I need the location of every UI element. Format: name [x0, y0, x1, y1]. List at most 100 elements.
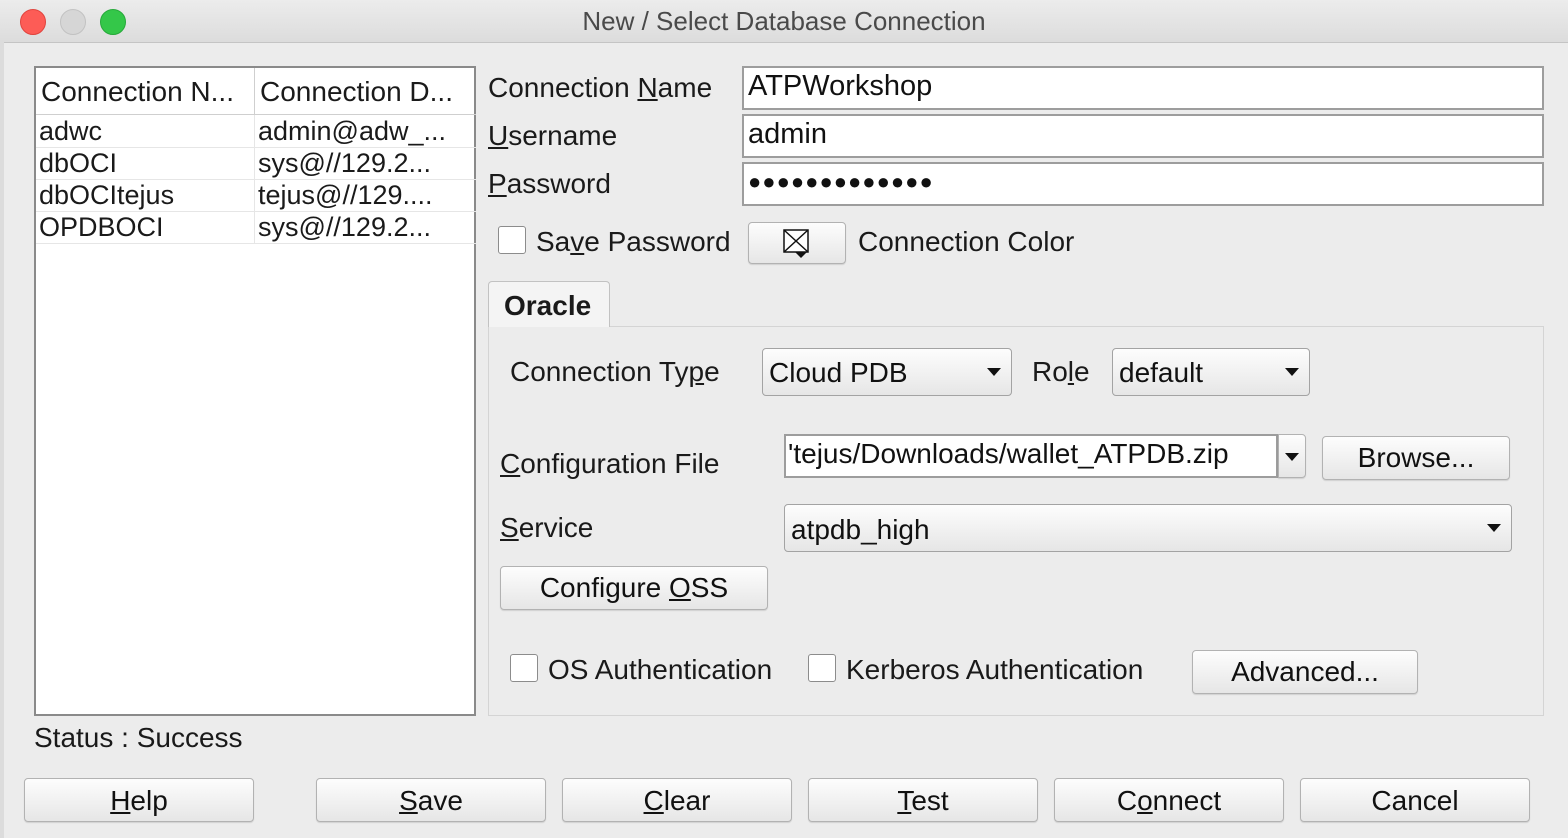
label-text: assword: [506, 168, 611, 199]
connection-name-input[interactable]: ATPWorkshop: [742, 66, 1544, 110]
color-swatch-icon: [783, 229, 809, 258]
mnemonic-char: T: [897, 785, 912, 816]
label-text: e: [704, 356, 720, 387]
mnemonic-char: H: [110, 785, 131, 816]
select-value: Cloud PDB: [769, 357, 908, 388]
mnemonic-char: N: [637, 72, 658, 103]
mnemonic-char: v: [570, 226, 585, 257]
mnemonic-char: C: [643, 785, 664, 816]
label-text: elp: [130, 785, 168, 816]
os-authentication-label[interactable]: OS Authentication: [548, 654, 772, 686]
configuration-file-dropdown[interactable]: [1278, 434, 1306, 478]
table-row[interactable]: dbOCItejus tejus@//129....: [36, 179, 476, 212]
window-edge: [0, 42, 4, 838]
configuration-file-input[interactable]: 'tejus/Downloads/wallet_ATPDB.zip: [784, 434, 1278, 478]
label-text: e Password: [584, 226, 731, 257]
role-label: Role: [1032, 356, 1090, 388]
select-value: default: [1119, 357, 1204, 388]
title-bar: New / Select Database Connection: [0, 0, 1568, 43]
connection-color-button[interactable]: [748, 222, 846, 264]
label-text: sername: [508, 120, 618, 151]
label-text: ame: [657, 72, 713, 103]
service-label: Service: [500, 512, 593, 544]
mnemonic-char: S: [399, 785, 418, 816]
chevron-down-icon: [1285, 368, 1299, 376]
connection-name-cell: dbOCItejus: [39, 180, 175, 210]
configure-oss-button[interactable]: Configure OSS: [500, 566, 768, 610]
label-text: e: [1074, 356, 1090, 387]
password-label: Password: [488, 168, 611, 200]
window-title: New / Select Database Connection: [582, 6, 986, 36]
username-input[interactable]: admin: [742, 114, 1544, 158]
test-button[interactable]: Test: [808, 778, 1038, 822]
label-text: SS: [690, 572, 729, 603]
connection-details-cell: sys@//129.2...: [258, 148, 431, 178]
connection-name-cell: adwc: [39, 116, 103, 146]
tab-oracle[interactable]: Oracle: [488, 281, 610, 327]
connection-details-cell: tejus@//129....: [258, 180, 433, 210]
password-input[interactable]: ●●●●●●●●●●●●●: [742, 162, 1544, 206]
connection-name-label: Connection Name: [488, 72, 712, 104]
connection-color-label: Connection Color: [858, 226, 1075, 257]
mnemonic-char: P: [488, 168, 507, 199]
column-header-connection-name[interactable]: Connection N...: [41, 76, 253, 108]
label-text: Sa: [536, 226, 571, 257]
mnemonic-char: O: [669, 572, 691, 603]
connection-name-cell: dbOCI: [39, 148, 118, 178]
status-text: Status : Success: [34, 722, 243, 753]
label-text: Connection: [488, 72, 638, 103]
mnemonic-char: C: [500, 448, 521, 479]
connection-name-cell: OPDBOCI: [39, 212, 164, 242]
table-row[interactable]: OPDBOCI sys@//129.2...: [36, 211, 476, 244]
browse-button[interactable]: Browse...: [1322, 436, 1510, 480]
chevron-down-icon: [1285, 453, 1299, 461]
service-select[interactable]: atpdb_high: [784, 504, 1512, 552]
cell-divider: [254, 211, 255, 243]
connection-type-select[interactable]: Cloud PDB: [762, 348, 1012, 396]
label-text: Ro: [1032, 356, 1068, 387]
connection-details-cell: sys@//129.2...: [258, 212, 431, 242]
help-button[interactable]: Help: [24, 778, 254, 822]
save-password-label[interactable]: Save Password: [536, 226, 731, 258]
role-select[interactable]: default: [1112, 348, 1310, 396]
table-header: Connection N... Connection D...: [36, 68, 476, 115]
label-text: nnect: [1152, 785, 1222, 816]
label-text: Connection Ty: [510, 356, 689, 387]
cell-divider: [254, 115, 255, 147]
table-row[interactable]: dbOCI sys@//129.2...: [36, 147, 476, 180]
cancel-button[interactable]: Cancel: [1300, 778, 1530, 822]
tab-label: Oracle: [504, 290, 592, 321]
mnemonic-char: p: [688, 356, 705, 387]
column-divider[interactable]: [254, 68, 255, 114]
clear-button[interactable]: Clear: [562, 778, 792, 822]
connection-type-label: Connection Type: [510, 356, 720, 388]
connection-details-cell: admin@adw_...: [258, 116, 446, 146]
label-text: C: [1116, 785, 1138, 816]
label-text: Configure: [539, 572, 670, 603]
chevron-down-icon: [987, 368, 1001, 376]
label-text: onfiguration File: [520, 448, 720, 479]
label-text: est: [911, 785, 949, 816]
select-value: atpdb_high: [791, 514, 930, 545]
kerberos-authentication-label[interactable]: Kerberos Authentication: [846, 654, 1143, 686]
connect-button[interactable]: Connect: [1054, 778, 1284, 822]
mnemonic-char: S: [500, 512, 519, 543]
configuration-file-label: Configuration File: [500, 448, 719, 480]
table-row[interactable]: adwc admin@adw_...: [36, 115, 476, 148]
label-text: ervice: [518, 512, 594, 543]
kerberos-authentication-checkbox[interactable]: [808, 654, 836, 682]
save-button[interactable]: Save: [316, 778, 546, 822]
mnemonic-char: o: [1137, 785, 1153, 816]
cell-divider: [254, 147, 255, 179]
save-password-checkbox[interactable]: [498, 226, 526, 254]
label-text: ave: [417, 785, 463, 816]
mnemonic-char: U: [488, 120, 509, 151]
advanced-button[interactable]: Advanced...: [1192, 650, 1418, 694]
column-header-connection-details[interactable]: Connection D...: [260, 76, 472, 108]
chevron-down-icon: [1487, 524, 1501, 532]
username-label: Username: [488, 120, 617, 152]
connections-table[interactable]: Connection N... Connection D... adwc adm…: [34, 66, 476, 716]
cell-divider: [254, 179, 255, 211]
label-text: lear: [663, 785, 711, 816]
os-authentication-checkbox[interactable]: [510, 654, 538, 682]
